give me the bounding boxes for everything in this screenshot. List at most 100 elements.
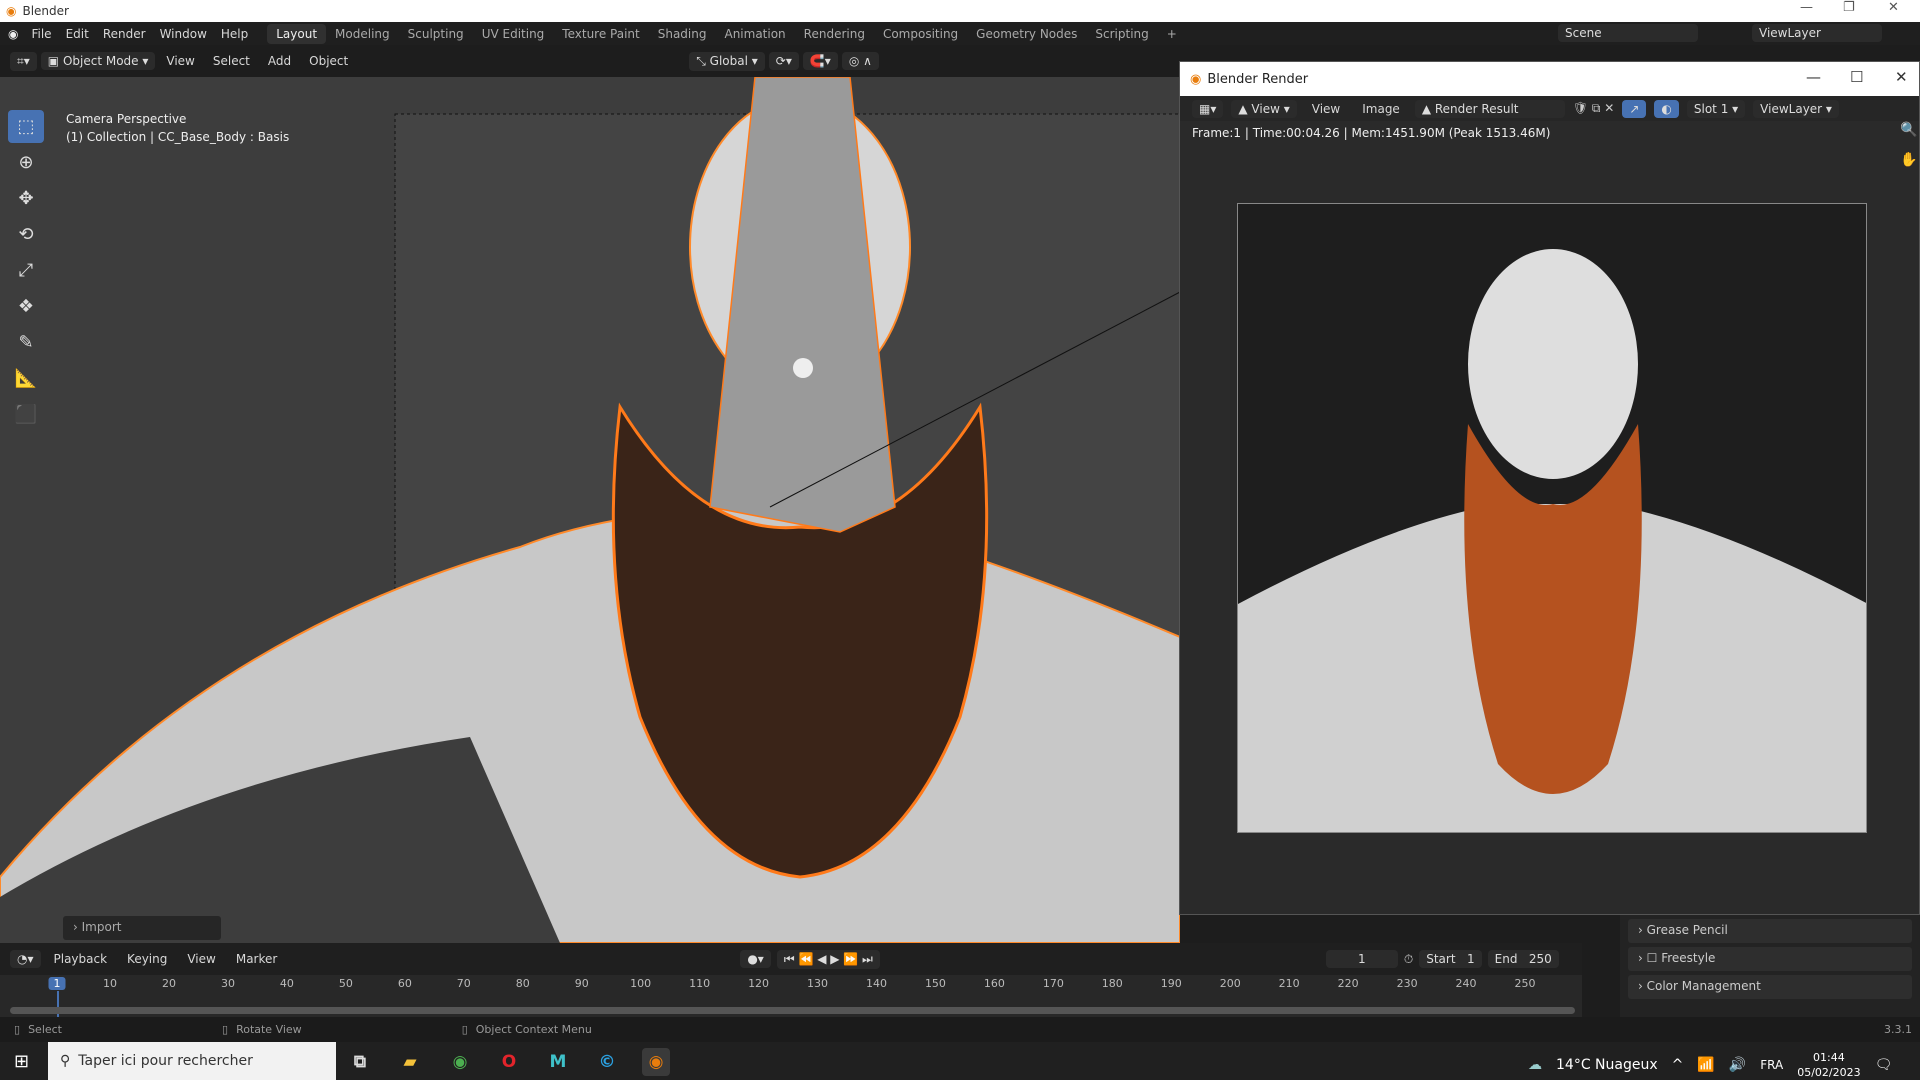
end-frame-field[interactable]: End 250 [1487,950,1559,968]
tab-modeling[interactable]: Modeling [326,24,399,44]
last-operator-panel[interactable]: › Import [63,916,221,940]
menu-playback[interactable]: Playback [47,952,115,966]
panel-color-management[interactable]: › Color Management [1628,975,1912,999]
panel-freestyle[interactable]: › ☐ Freestyle [1628,947,1912,971]
maya-icon[interactable]: M [544,1048,572,1076]
menu-view[interactable]: View [1305,102,1347,116]
annotate-icon[interactable]: ✎ [8,326,44,359]
tab-rendering[interactable]: Rendering [795,24,874,44]
proportional-edit-icon[interactable]: ◎ ∧ [841,52,879,70]
menu-keying[interactable]: Keying [120,952,174,966]
close-button[interactable]: ✕ [1895,68,1908,86]
current-frame-field[interactable]: 1 [1325,950,1398,968]
start-label: Start [1426,952,1456,966]
scene-selector[interactable]: Scene [1558,24,1698,42]
menu-marker[interactable]: Marker [229,952,284,966]
frame-tick-label: 130 [807,977,829,990]
add-workspace-button[interactable]: + [1158,24,1186,44]
select-box-icon[interactable]: ⬚ [8,110,44,143]
menu-view[interactable]: View [159,54,201,68]
menu-select[interactable]: Select [206,54,257,68]
render-window: ◉ Blender Render — ☐ ✕ ▦▾ ▲ View ▾ View … [1179,61,1920,915]
render-viewlayer-selector[interactable]: ViewLayer ▾ [1753,99,1839,118]
menu-edit[interactable]: Edit [59,27,96,41]
weather-text[interactable]: 14°C Nuageux [1556,1057,1658,1073]
volume-icon[interactable]: 🔊 [1729,1057,1746,1073]
snap-icon[interactable]: 🧲▾ [802,52,838,70]
move-icon[interactable]: ✥ [8,182,44,215]
view-mode-selector[interactable]: ▲ View ▾ [1231,99,1297,118]
add-cube-icon[interactable]: ⬛ [8,398,44,431]
stopwatch-icon[interactable]: ⏱ [1404,952,1413,967]
close-button[interactable]: ✕ [1888,0,1899,15]
file-explorer-icon[interactable]: ▰ [396,1048,424,1076]
zoom-icon[interactable]: 🔍 [1900,122,1917,138]
menu-view[interactable]: View [180,952,222,966]
tab-animation[interactable]: Animation [715,24,794,44]
maximize-button[interactable]: ☐ [1850,68,1863,86]
frame-tick-label: 190 [1160,977,1182,990]
tab-scripting[interactable]: Scripting [1086,24,1157,44]
opera-icon[interactable]: O [495,1048,523,1076]
editor-type-button[interactable]: ⌗▾ [10,51,37,71]
auto-keying-icon[interactable]: ●▾ [740,950,771,968]
clock[interactable]: 01:44 05/02/2023 [1797,1050,1860,1080]
mouse-left-icon: ▯ [14,1023,21,1036]
status-context-menu: Object Context Menu [475,1023,592,1036]
language-indicator[interactable]: FRA [1760,1058,1783,1072]
taskbar-search[interactable]: ⚲ Taper ici pour rechercher [48,1042,336,1080]
timeline-editor-type-icon[interactable]: ◔▾ [10,950,41,968]
menu-help[interactable]: Help [214,27,255,41]
transform-icon[interactable]: ❖ [8,290,44,323]
overlay-toggle-icon[interactable]: ◐ [1654,99,1679,118]
gizmo-toggle-icon[interactable]: ↗ [1622,99,1647,118]
task-view-icon[interactable]: ⧉ [346,1048,374,1076]
timeline-scrollbar[interactable] [10,1007,1575,1014]
menu-render[interactable]: Render [96,27,153,41]
restore-button[interactable]: ❐ [1843,0,1855,15]
menu-image[interactable]: Image [1355,102,1407,116]
start-frame-field[interactable]: Start 1 [1419,950,1482,968]
slot-selector[interactable]: Slot 1 ▾ [1686,99,1746,118]
scale-icon[interactable]: ⤢ [8,254,44,287]
notifications-icon[interactable]: 🗨 [1875,1057,1893,1073]
rotate-icon[interactable]: ⟲ [8,218,44,251]
tab-geometry-nodes[interactable]: Geometry Nodes [967,24,1086,44]
tab-uv-editing[interactable]: UV Editing [473,24,554,44]
image-selector[interactable]: ▲ Render Result [1414,99,1565,118]
tab-layout[interactable]: Layout [267,23,327,44]
menu-window[interactable]: Window [153,27,214,41]
measure-icon[interactable]: 📐 [8,362,44,395]
chrome-icon[interactable]: ◉ [446,1048,474,1076]
menu-object[interactable]: Object [302,54,355,68]
blender-taskbar-icon[interactable]: ◉ [642,1048,670,1076]
render-result-image[interactable] [1237,203,1867,833]
tab-compositing[interactable]: Compositing [874,24,967,44]
fake-user-icon[interactable]: 🛡 ⧉ ✕ [1573,101,1615,116]
timeline-ruler[interactable]: 1 10 20 30 40 50 60 70 80 90 100 110 120 130 140 150 160… [0,975,1582,1017]
c-app-icon[interactable]: © [593,1048,621,1076]
mode-selector[interactable]: ▣ Object Mode ▾ [40,52,156,70]
panel-grease-pencil[interactable]: › Grease Pencil [1628,919,1912,943]
pan-hand-icon[interactable]: ✋ [1900,152,1917,168]
tray-chevron-icon[interactable]: ^ [1672,1057,1684,1073]
viewlayer-selector[interactable]: ViewLayer [1752,24,1882,42]
frame-tick-label: 80 [515,977,530,990]
tab-sculpting[interactable]: Sculpting [399,24,473,44]
active-object-info: (1) Collection | CC_Base_Body : Basis [66,130,290,144]
cursor-icon[interactable]: ⊕ [8,146,44,179]
playback-controls[interactable]: ⏮ ⏪ ◀ ▶ ⏩ ⏭ [776,949,880,969]
minimize-button[interactable]: — [1800,0,1813,15]
editor-type-button[interactable]: ▦▾ [1192,99,1224,118]
transform-orientation-selector[interactable]: ⤡ Global ▾ [689,51,765,71]
blender-menu-icon[interactable]: ◉ [8,27,18,41]
tab-texture-paint[interactable]: Texture Paint [553,24,648,44]
tab-shading[interactable]: Shading [649,24,716,44]
pivot-icon[interactable]: ⟳▾ [768,52,799,70]
minimize-button[interactable]: — [1806,68,1821,86]
menu-file[interactable]: File [24,27,58,41]
3d-viewport[interactable] [0,77,1180,943]
menu-add[interactable]: Add [261,54,298,68]
windows-start-icon[interactable]: ⊞ [14,1051,29,1072]
network-icon[interactable]: 📶 [1697,1057,1714,1073]
